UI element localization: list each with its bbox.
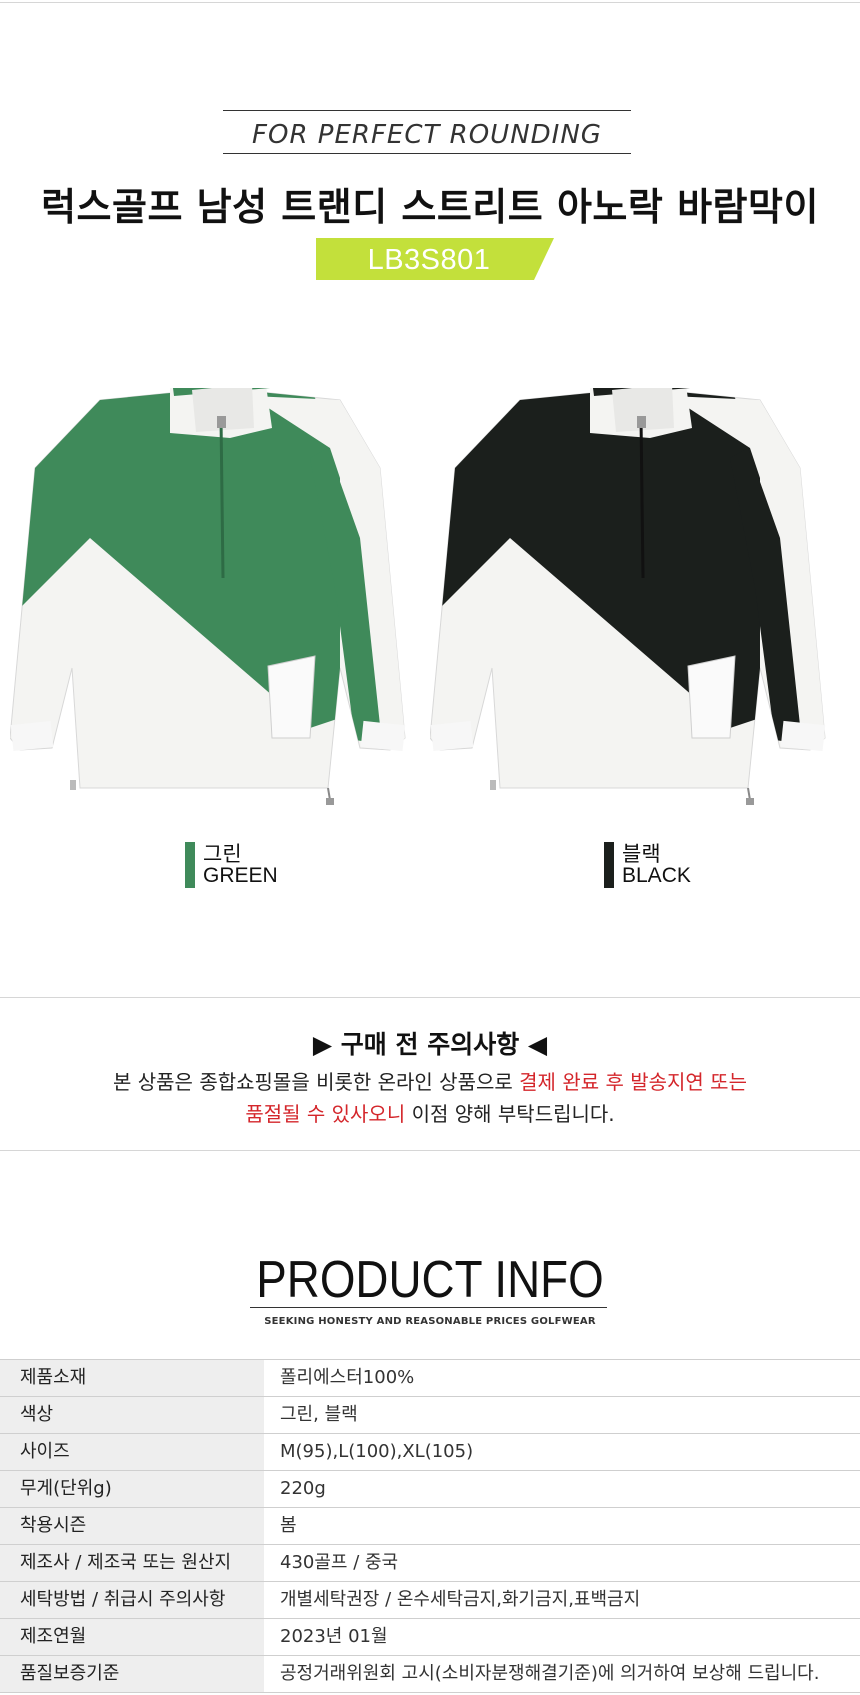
color-name-en: GREEN (203, 864, 278, 887)
row-value: 220g (280, 1478, 326, 1499)
product-info-table: 제품소재 폴리에스터100% 색상 그린, 블랙 사이즈 M(95),L(100… (0, 1359, 860, 1693)
row-label: 무게(단위g) (0, 1471, 264, 1507)
table-row: 무게(단위g) 220g (0, 1471, 860, 1508)
product-info-subtitle: SEEKING HONESTY AND REASONABLE PRICES GO… (264, 1316, 596, 1327)
notice-divider-top (0, 997, 860, 998)
swatch-bar-black (604, 842, 614, 888)
table-row: 세탁방법 / 취급시 주의사항 개별세탁권장 / 온수세탁금지,화기금지,표백금… (0, 1582, 860, 1619)
table-row: 제조연월 2023년 01월 (0, 1619, 860, 1656)
notice-line-1: 본 상품은 종합쇼핑몰을 비롯한 온라인 상품으로 결제 완료 후 발송지연 또… (0, 1066, 860, 1095)
row-label: 제조연월 (0, 1619, 264, 1655)
row-value: 개별세탁권장 / 온수세탁금지,화기금지,표백금지 (280, 1589, 641, 1610)
row-label: 색상 (0, 1397, 264, 1433)
notice-warning-text: 결제 완료 후 발송지연 또는 (519, 1070, 747, 1094)
tagline: FOR PERFECT ROUNDING (252, 120, 602, 150)
product-title: 럭스골프 남성 트랜디 스트리트 아노락 바람막이 (41, 185, 819, 229)
row-label: 착용시즌 (0, 1508, 264, 1544)
row-value: 봄 (280, 1515, 297, 1536)
row-value: 폴리에스터100% (280, 1367, 415, 1388)
tagline-frame: FOR PERFECT ROUNDING (223, 110, 631, 154)
product-code-badge: LB3S801 (316, 238, 554, 280)
swatch-bar-green (185, 842, 195, 888)
jacket-image-black (429, 370, 850, 818)
row-value: 430골프 / 중국 (280, 1552, 399, 1573)
table-row: 제조사 / 제조국 또는 원산지 430골프 / 중국 (0, 1545, 860, 1582)
table-row: 제품소재 폴리에스터100% (0, 1360, 860, 1397)
notice-text: 본 상품은 종합쇼핑몰을 비롯한 온라인 상품으로 (113, 1070, 520, 1094)
notice-warning-text: 품절될 수 있사오니 (245, 1102, 406, 1126)
product-code: LB3S801 (367, 244, 491, 276)
row-value: 그린, 블랙 (280, 1404, 358, 1425)
table-row: 품질보증기준 공정거래위원회 고시(소비자분쟁해결기준)에 의거하여 보상해 드… (0, 1656, 860, 1693)
jacket-image-green (9, 370, 430, 818)
notice-text: 이점 양해 부탁드립니다. (405, 1102, 615, 1126)
table-row: 사이즈 M(95),L(100),XL(105) (0, 1434, 860, 1471)
color-name-en: BLACK (622, 864, 691, 887)
row-value: 공정거래위원회 고시(소비자분쟁해결기준)에 의거하여 보상해 드립니다. (280, 1663, 820, 1684)
row-label: 제품소재 (0, 1360, 264, 1396)
table-row: 색상 그린, 블랙 (0, 1397, 860, 1434)
notice-line-2: 품절될 수 있사오니 이점 양해 부탁드립니다. (0, 1098, 860, 1127)
row-label: 사이즈 (0, 1434, 264, 1470)
notice-divider-bottom (0, 1150, 860, 1151)
row-label: 제조사 / 제조국 또는 원산지 (0, 1545, 264, 1581)
product-info-rule (250, 1307, 607, 1308)
row-label: 세탁방법 / 취급시 주의사항 (0, 1582, 264, 1618)
notice-title: ▶ 구매 전 주의사항 ◀ (312, 1030, 548, 1059)
top-divider (0, 2, 860, 3)
row-label: 품질보증기준 (0, 1656, 264, 1692)
row-value: 2023년 01월 (280, 1626, 388, 1647)
product-info-title: PRODUCT INFO (256, 1251, 604, 1309)
row-value: M(95),L(100),XL(105) (280, 1441, 474, 1462)
table-row: 착용시즌 봄 (0, 1508, 860, 1545)
